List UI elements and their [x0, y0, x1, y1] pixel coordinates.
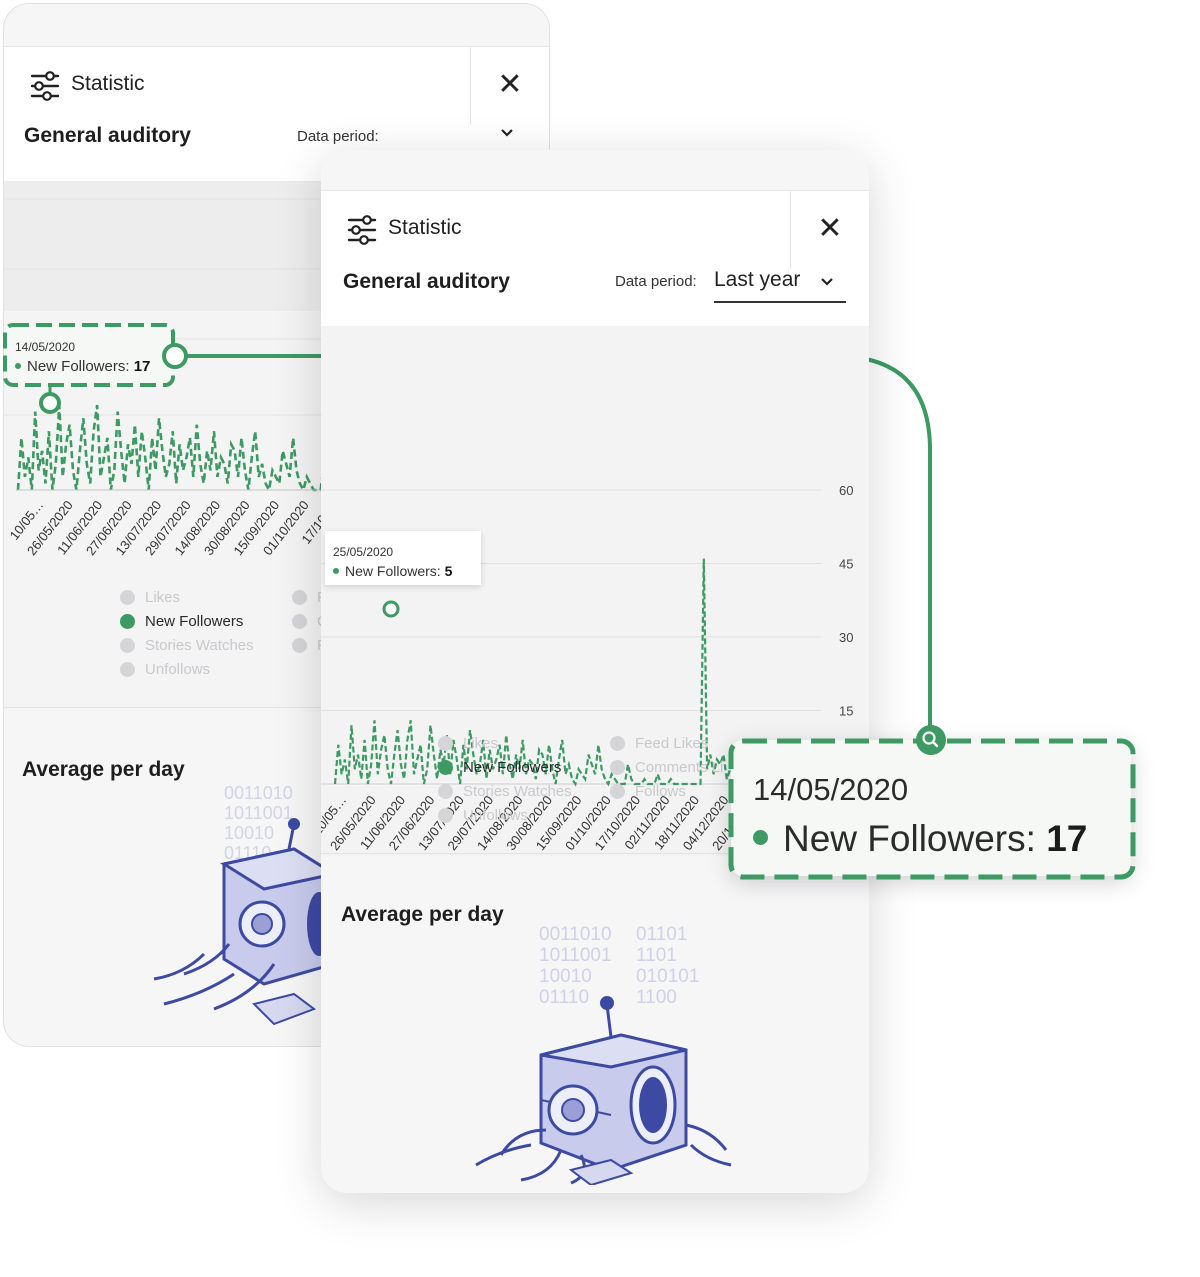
- chart-tooltip: 25/05/2020 New Followers: 5: [325, 531, 481, 585]
- y-tick-label: 15: [839, 704, 853, 719]
- svg-text:1100: 1100: [636, 987, 677, 1008]
- legend-likes[interactable]: Likes: [438, 735, 498, 752]
- legend-follows[interactable]: Follows: [610, 783, 686, 800]
- legend-feed-likes[interactable]: Feed Likes: [610, 735, 708, 752]
- y-tick-label: 30: [839, 630, 853, 645]
- data-period-label: Data period:: [615, 273, 697, 290]
- front-statistic-panel: Statistic ✕ General auditory Data period…: [321, 150, 869, 1193]
- section-title: General auditory: [343, 270, 510, 293]
- y-tick-label: 45: [839, 557, 853, 572]
- svg-text:1011001: 1011001: [539, 945, 612, 966]
- legend-unfollows[interactable]: Unfollows: [438, 807, 528, 824]
- y-tick-label: 60: [839, 483, 853, 498]
- legend-new-followers[interactable]: New Followers: [438, 759, 561, 776]
- callout-small-frame: [3, 323, 188, 414]
- svg-text:10010: 10010: [539, 966, 592, 987]
- data-period-value[interactable]: Last year: [714, 268, 800, 292]
- sliders-icon: [347, 215, 377, 245]
- svg-text:01110: 01110: [539, 987, 589, 1008]
- svg-text:1101: 1101: [636, 945, 677, 966]
- legend-stories-watches[interactable]: Stories Watches: [438, 783, 572, 800]
- chevron-down-icon[interactable]: [820, 277, 834, 287]
- close-button[interactable]: ✕: [790, 191, 869, 269]
- callout-big-frame: [728, 725, 1136, 880]
- close-icon[interactable]: ✕: [791, 211, 869, 246]
- legend-comments-likes[interactable]: Comments Li: [610, 759, 723, 776]
- svg-text:010101: 010101: [636, 966, 699, 987]
- hover-point-marker[interactable]: [382, 600, 400, 618]
- panel-title: Statistic: [388, 216, 462, 239]
- data-period-select[interactable]: Last year: [714, 268, 846, 303]
- tooltip-value: New Followers: 5: [333, 563, 452, 579]
- svg-text:0011010: 0011010: [539, 924, 612, 945]
- svg-text:01101: 01101: [636, 924, 687, 945]
- front-panel-header: Statistic ✕: [321, 190, 869, 270]
- x-axis-ticks: 10/05…26/05/202011/06/202027/06/202013/0…: [321, 793, 790, 854]
- robot-illustration: 0011010 1011001 10010 01110 01101 1101 0…: [475, 924, 732, 1185]
- tooltip-date: 25/05/2020: [333, 545, 394, 559]
